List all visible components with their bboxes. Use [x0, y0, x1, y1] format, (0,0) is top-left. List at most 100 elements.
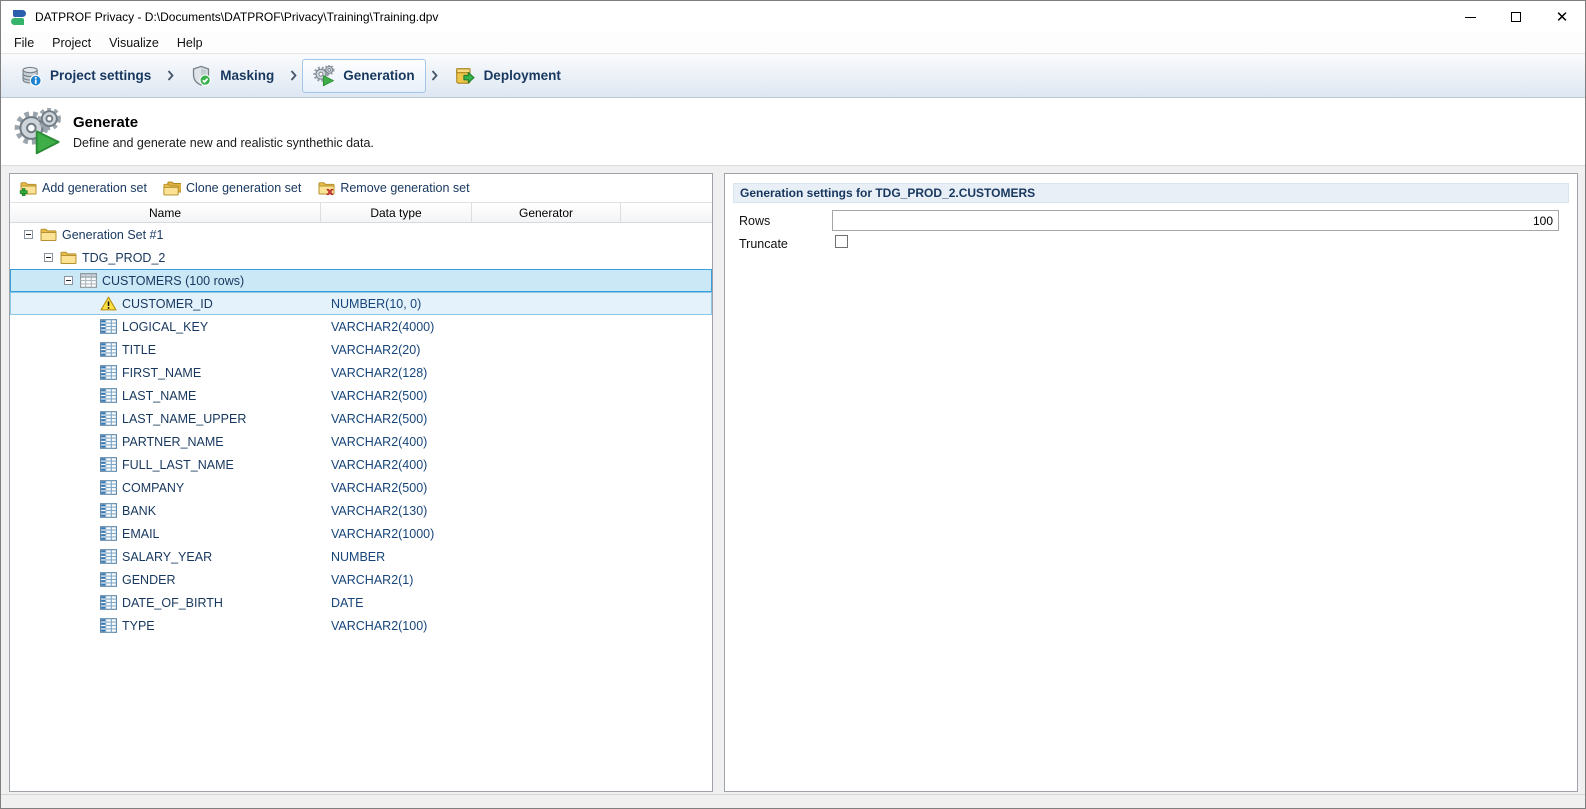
page-subtitle: Define and generate new and realistic sy…	[73, 136, 374, 150]
tree-row[interactable]: DATE_OF_BIRTH DATE	[10, 591, 712, 614]
tree-name-cell: SALARY_YEAR	[10, 545, 212, 568]
tree-name-cell: TITLE	[10, 338, 156, 361]
tree-item-label: DATE_OF_BIRTH	[122, 596, 223, 610]
tree-row[interactable]: BANKVARCHAR2(130)	[10, 499, 712, 522]
add-generation-set-button[interactable]: Add generation set	[19, 181, 147, 196]
menu-help[interactable]: Help	[168, 34, 212, 52]
expander-icon[interactable]	[64, 276, 80, 285]
folder-remove-icon	[317, 181, 335, 196]
breadcrumb-generation[interactable]: Generation	[302, 59, 425, 93]
tree-row[interactable]: Generation Set #1	[10, 223, 712, 246]
tree-item-datatype: VARCHAR2(100)	[331, 614, 427, 637]
truncate-label: Truncate	[739, 237, 788, 251]
column-header-datatype[interactable]: Data type	[321, 203, 472, 222]
folder-add-icon	[19, 181, 37, 196]
tree-name-cell: FIRST_NAME	[10, 361, 201, 384]
tree-row[interactable]: TDG_PROD_2	[10, 246, 712, 269]
tree-item-datatype: VARCHAR2(4000)	[331, 315, 434, 338]
minimize-button[interactable]	[1447, 1, 1493, 33]
tree-item-label: COMPANY	[122, 481, 184, 495]
generation-tree: Generation Set #1 TDG_PROD_2 CUSTOMERS (…	[10, 223, 712, 637]
table-icon	[80, 273, 97, 288]
close-button[interactable]: ✕	[1539, 1, 1585, 33]
tree-name-cell: EMAIL	[10, 522, 160, 545]
tree-row[interactable]: LAST_NAMEVARCHAR2(500)	[10, 384, 712, 407]
tree-row[interactable]: GENDERVARCHAR2(1)	[10, 568, 712, 591]
tree-item-datatype: NUMBER(10, 0)	[331, 292, 421, 315]
rows-label: Rows	[739, 214, 770, 228]
title-bar: DATPROF Privacy - D:\Documents\DATPROF\P…	[1, 1, 1585, 33]
tree-row[interactable]: PARTNER_NAMEVARCHAR2(400)	[10, 430, 712, 453]
breadcrumb-project-settings[interactable]: Project settings	[9, 59, 162, 93]
tree-item-label: CUSTOMER_ID	[122, 297, 213, 311]
warning-icon	[100, 296, 117, 311]
tree-row[interactable]: COMPANY VARCHAR2(500)	[10, 476, 712, 499]
tree-item-label: CUSTOMERS (100 rows)	[102, 274, 244, 288]
tree-row[interactable]: TITLEVARCHAR2(20)	[10, 338, 712, 361]
tree-item-label: TDG_PROD_2	[82, 251, 165, 265]
breadcrumb-label: Masking	[220, 68, 274, 83]
clone-generation-set-button[interactable]: Clone generation set	[163, 181, 301, 196]
window-controls: ✕	[1447, 1, 1585, 33]
tree-row[interactable]: LOGICAL_KEY VARCHAR2(4000)	[10, 315, 712, 338]
expander-icon[interactable]	[24, 230, 40, 239]
tree-row[interactable]: CUSTOMERS (100 rows)	[10, 269, 712, 292]
tree-item-datatype: VARCHAR2(130)	[331, 499, 427, 522]
tree-item-label: PARTNER_NAME	[122, 435, 224, 449]
breadcrumb-deployment[interactable]: Deployment	[443, 59, 572, 93]
tree-row[interactable]: SALARY_YEARNUMBER	[10, 545, 712, 568]
close-icon: ✕	[1556, 10, 1569, 25]
content-area: Add generation set Clone generation set	[1, 167, 1585, 808]
menu-file[interactable]: File	[5, 34, 43, 52]
maximize-button[interactable]	[1493, 1, 1539, 33]
tree-name-cell: TYPE	[10, 614, 155, 637]
gears-play-icon	[313, 65, 335, 87]
tree-row[interactable]: TYPE VARCHAR2(100)	[10, 614, 712, 637]
tree-item-datatype: DATE	[331, 591, 363, 614]
tree-item-label: EMAIL	[122, 527, 160, 541]
rows-input[interactable]	[832, 210, 1559, 231]
tree-row[interactable]: FIRST_NAMEVARCHAR2(128)	[10, 361, 712, 384]
remove-generation-set-button[interactable]: Remove generation set	[317, 181, 469, 196]
generation-tree-panel: Add generation set Clone generation set	[9, 173, 713, 792]
generation-settings-panel: Generation settings for TDG_PROD_2.CUSTO…	[724, 173, 1578, 792]
database-info-icon	[20, 65, 42, 87]
tree-item-label: TYPE	[122, 619, 155, 633]
breadcrumb-label: Project settings	[50, 68, 151, 83]
truncate-checkbox[interactable]	[835, 235, 848, 248]
menu-visualize[interactable]: Visualize	[100, 34, 168, 52]
column-icon	[100, 595, 117, 610]
tree-name-cell: TDG_PROD_2	[10, 246, 165, 269]
window-title: DATPROF Privacy - D:\Documents\DATPROF\P…	[35, 10, 438, 24]
tree-row[interactable]: EMAIL VARCHAR2(1000)	[10, 522, 712, 545]
remove-generation-set-label: Remove generation set	[340, 181, 469, 195]
column-header-blank	[621, 203, 712, 222]
datprof-logo-icon	[10, 9, 27, 26]
tree-row[interactable]: FULL_LAST_NAMEVARCHAR2(400)	[10, 453, 712, 476]
breadcrumb-masking[interactable]: Masking	[179, 59, 285, 93]
tree-row[interactable]: LAST_NAME_UPPERVARCHAR2(500)	[10, 407, 712, 430]
workflow-breadcrumb: Project settings Masking Ge	[1, 54, 1585, 98]
menu-project[interactable]: Project	[43, 34, 100, 52]
tree-item-label: Generation Set #1	[62, 228, 163, 242]
column-icon	[100, 319, 117, 334]
column-header-generator[interactable]: Generator	[472, 203, 621, 222]
tree-item-datatype: VARCHAR2(500)	[331, 476, 427, 499]
tree-item-datatype: VARCHAR2(500)	[331, 384, 427, 407]
tree-name-cell: DATE_OF_BIRTH	[10, 591, 223, 614]
tree-item-label: GENDER	[122, 573, 175, 587]
folder-clone-icon	[163, 181, 181, 196]
column-header-name[interactable]: Name	[10, 203, 321, 222]
column-icon	[100, 572, 117, 587]
tree-item-label: FULL_LAST_NAME	[122, 458, 234, 472]
tree-item-datatype: VARCHAR2(1000)	[331, 522, 434, 545]
settings-header: Generation settings for TDG_PROD_2.CUSTO…	[733, 183, 1569, 203]
tree-name-cell: CUSTOMER_ID	[10, 292, 213, 315]
tree-row[interactable]: CUSTOMER_ID NUMBER(10, 0)	[10, 292, 712, 315]
column-icon	[100, 457, 117, 472]
tree-item-label: LOGICAL_KEY	[122, 320, 208, 334]
tree-toolbar: Add generation set Clone generation set	[10, 174, 712, 202]
column-icon	[100, 526, 117, 541]
column-icon	[100, 549, 117, 564]
expander-icon[interactable]	[44, 253, 60, 262]
